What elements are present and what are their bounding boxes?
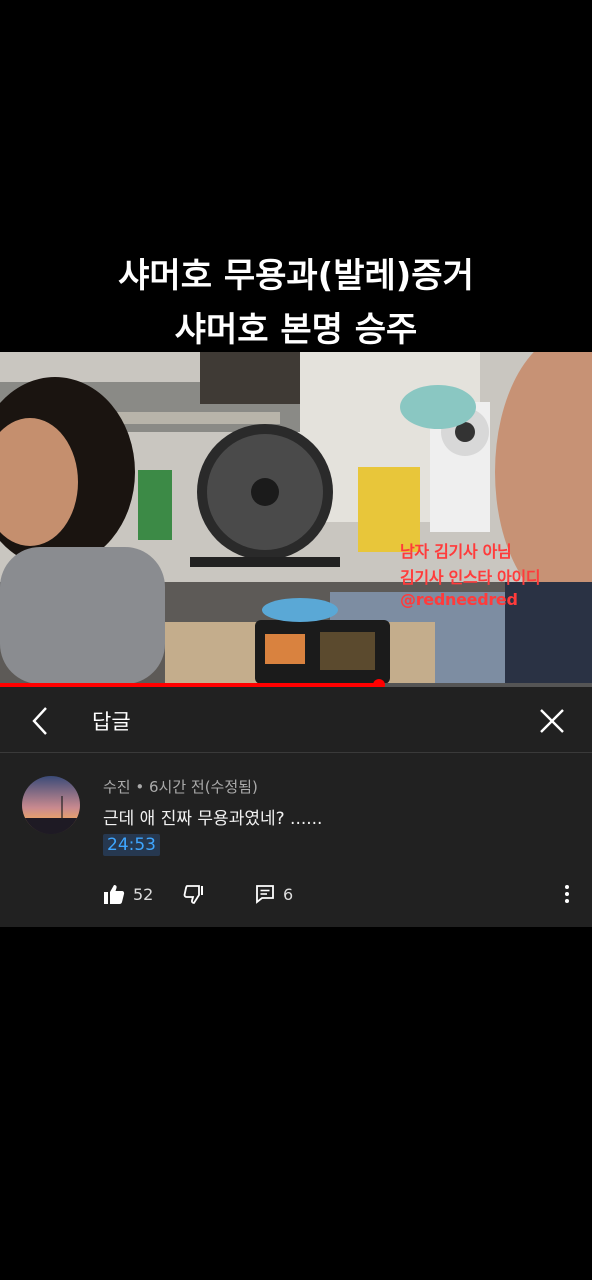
thumb-up-icon [104,885,125,904]
reply-count: 6 [283,884,294,904]
reply-button[interactable]: 6 [255,879,293,909]
video-frame[interactable]: 남자 김기사 아님 김기사 인스타 아이디 @redneedred [0,352,592,684]
reply-icon [256,885,274,904]
dislike-button[interactable] [183,879,205,909]
video-caption-line2: 샤머호 본명 승주 [174,310,418,350]
more-vert-icon [565,885,569,903]
avatar-image [22,776,80,834]
close-button[interactable] [532,701,572,741]
thumb-down-icon [183,885,203,904]
like-count: 52 [133,884,154,904]
more-options-button[interactable] [557,879,577,909]
replies-header: 답글 [0,687,592,753]
comment-text: 근데 애 진짜 무용과였네? ...... [103,809,323,829]
back-button[interactable] [20,701,60,741]
video-scene [0,352,592,684]
comment-actions: 52 6 [103,879,583,909]
comment-meta: 수진 • 6시간 전(수정됨) [103,778,258,796]
overlay-text-line2: 김기사 인스타 아이디 [400,568,541,587]
comment-item: 수진 • 6시간 전(수정됨) 근데 애 진짜 무용과였네? ...... 24… [0,754,592,927]
avatar[interactable] [22,776,80,834]
replies-title: 답글 [92,710,131,734]
close-icon [540,709,564,733]
video-caption-line1: 샤머호 무용과(발레)증거 [118,256,474,296]
chevron-left-icon [32,707,47,735]
like-button[interactable]: 52 [103,879,153,909]
overlay-text-line1: 남자 김기사 아님 [400,542,512,561]
timestamp-link[interactable]: 24:53 [103,834,160,856]
overlay-text-handle: @redneedred [400,590,518,609]
replies-panel: 답글 수진 • 6시간 전(수정됨) 근데 애 진짜 무용과였네? ......… [0,687,592,927]
